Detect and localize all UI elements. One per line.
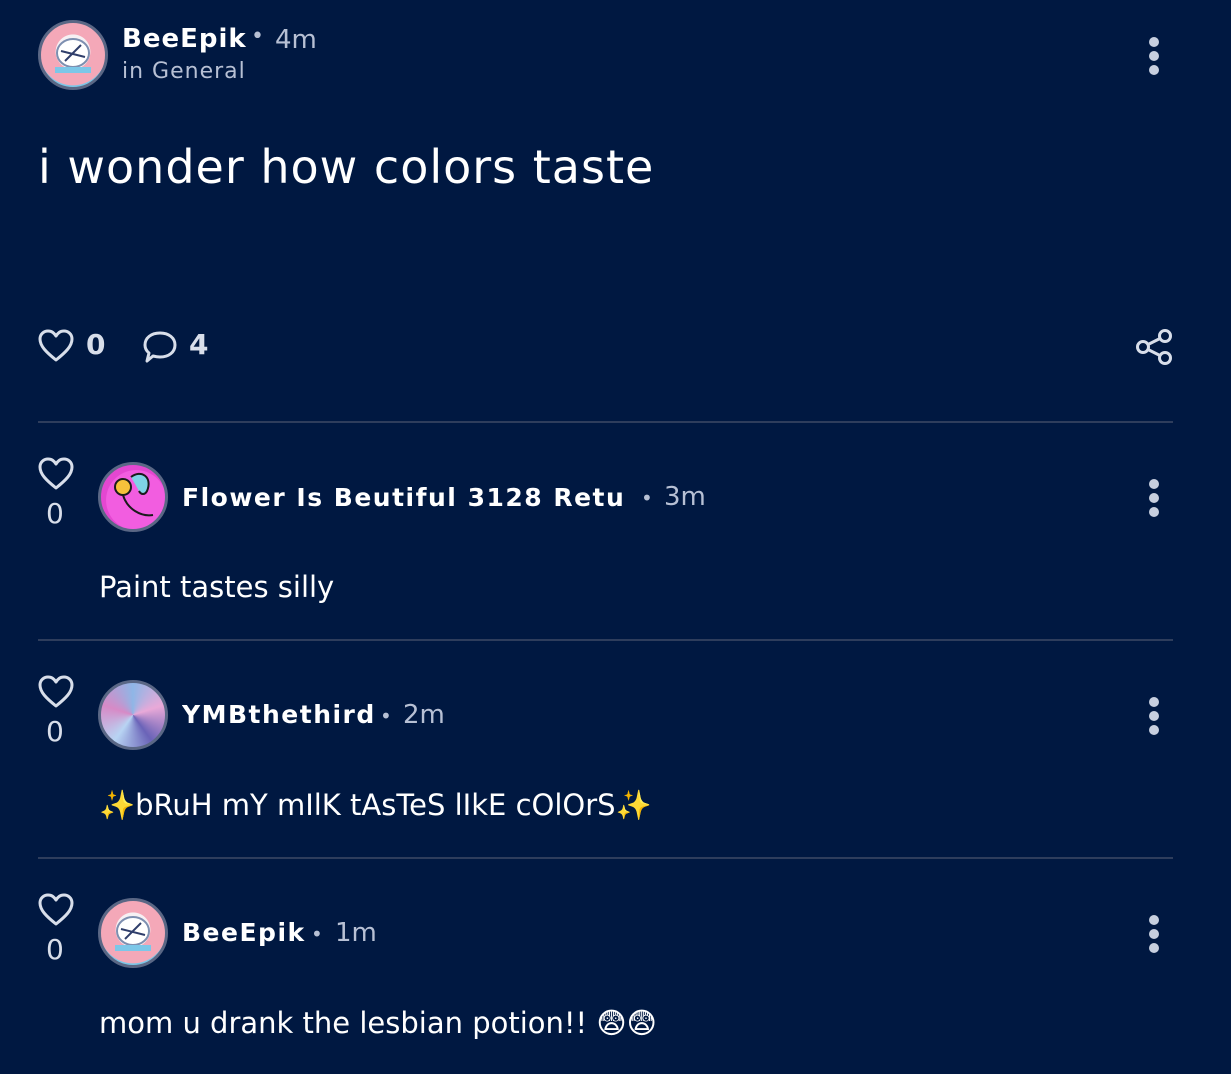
heart-icon[interactable] <box>38 675 74 709</box>
comment-like-count: 0 <box>46 497 64 530</box>
post-page: BeeEpik • 4m in General i wonder how col… <box>0 0 1231 1074</box>
post-body: i wonder how colors taste <box>38 140 655 194</box>
kebab-dot <box>1149 507 1159 517</box>
comment-author-name[interactable]: YMBthethird <box>182 700 376 729</box>
post-author-name[interactable]: BeeEpik <box>122 24 247 54</box>
post-timestamp: 4m <box>275 25 317 55</box>
share-icon[interactable] <box>1135 329 1173 365</box>
comment-like-count: 0 <box>46 933 64 966</box>
divider <box>38 639 1173 641</box>
heart-icon[interactable] <box>38 893 74 927</box>
post-menu-kebab-icon[interactable] <box>1147 37 1161 75</box>
kebab-dot <box>1149 711 1159 721</box>
comment-menu-kebab-icon[interactable] <box>1147 915 1161 953</box>
kebab-dot <box>1149 493 1159 503</box>
divider <box>38 421 1173 423</box>
kebab-dot <box>1149 51 1159 61</box>
heart-icon[interactable] <box>38 457 74 491</box>
comment-menu-kebab-icon[interactable] <box>1147 479 1161 517</box>
post-category[interactable]: in General <box>122 59 246 84</box>
comment-body: ✨bRuH mY mIlK tAsTeS lIkE cOlOrS✨ <box>99 788 652 822</box>
kebab-dot <box>1149 725 1159 735</box>
comment-author-name[interactable]: Flower Is Beutiful 3128 Retu… <box>182 483 622 512</box>
post-like-count: 0 <box>86 328 106 361</box>
kebab-dot <box>1149 697 1159 707</box>
comment-like-count: 0 <box>46 715 64 748</box>
comment-author-avatar[interactable] <box>98 898 168 968</box>
kebab-dot <box>1149 37 1159 47</box>
comment-body: Paint tastes silly <box>99 570 335 604</box>
post-comment-count: 4 <box>189 328 209 361</box>
separator-dot: • <box>641 486 653 510</box>
comment-timestamp: 3m <box>664 482 706 512</box>
divider <box>38 857 1173 859</box>
avatar-image <box>115 916 151 951</box>
speech-bubble-icon[interactable] <box>143 330 177 364</box>
avatar-image <box>114 472 154 517</box>
separator-dot: • <box>251 24 264 49</box>
comment-author-avatar[interactable] <box>98 680 168 750</box>
separator-dot: • <box>380 704 392 728</box>
comment-author-name[interactable]: BeeEpik <box>182 918 306 947</box>
comment-timestamp: 1m <box>335 918 377 948</box>
separator-dot: • <box>311 922 323 946</box>
heart-icon[interactable] <box>38 329 74 363</box>
avatar-image <box>55 38 91 73</box>
comment-timestamp: 2m <box>403 700 445 730</box>
kebab-dot <box>1149 65 1159 75</box>
kebab-dot <box>1149 915 1159 925</box>
comment-author-avatar[interactable] <box>98 462 168 532</box>
comment-body: mom u drank the lesbian potion!! 😨😨 <box>99 1006 657 1040</box>
kebab-dot <box>1149 479 1159 489</box>
kebab-dot <box>1149 943 1159 953</box>
kebab-dot <box>1149 929 1159 939</box>
comment-menu-kebab-icon[interactable] <box>1147 697 1161 735</box>
post-author-avatar[interactable] <box>38 20 108 90</box>
